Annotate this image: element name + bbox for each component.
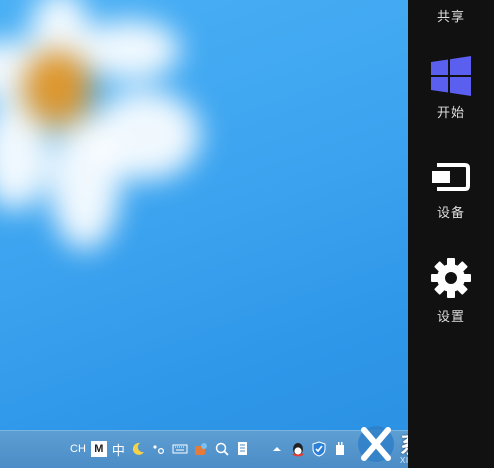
charm-settings[interactable]: 设置 — [408, 256, 494, 325]
charm-start[interactable]: 开始 — [408, 56, 494, 121]
language-indicator[interactable]: CH — [70, 443, 86, 455]
devices-icon — [432, 163, 470, 191]
power-plug-icon[interactable] — [332, 441, 348, 457]
ime-mode-icon[interactable]: M — [90, 441, 107, 457]
charm-share-label: 共享 — [436, 9, 465, 24]
windows-logo-icon — [431, 56, 471, 96]
system-tray: CH M 中 — [70, 438, 348, 460]
qq-icon[interactable] — [290, 441, 306, 457]
soft-keyboard-icon[interactable] — [172, 441, 188, 457]
show-hidden-icons-arrow[interactable] — [269, 441, 285, 457]
desktop-wallpaper: CH M 中 系统城 XITONGCHENG.COM — [0, 0, 408, 468]
charm-start-label: 开始 — [436, 105, 465, 120]
charm-settings-label: 设置 — [436, 309, 465, 324]
gear-icon — [431, 258, 471, 298]
punctuation-icon[interactable] — [151, 441, 167, 457]
charm-devices-label: 设备 — [436, 205, 465, 220]
search-tool-icon[interactable] — [214, 441, 230, 457]
charms-bar: 共享 开始 设备 设置 — [408, 0, 494, 468]
charm-share[interactable]: 共享 — [408, 6, 494, 25]
document-tool-icon[interactable] — [235, 441, 251, 457]
charm-devices[interactable]: 设备 — [408, 160, 494, 221]
security-shield-icon[interactable] — [311, 441, 327, 457]
ime-chinese-indicator[interactable]: 中 — [112, 440, 125, 459]
watermark-x-logo — [358, 426, 394, 462]
site-watermark: 系统城 XITONGCHENG.COM — [352, 418, 408, 468]
half-width-moon-icon[interactable] — [130, 441, 146, 457]
taskbar: CH M 中 — [0, 430, 408, 468]
watermark-subtitle: XITONGCHENG.COM — [400, 456, 408, 465]
wallpaper-flower — [0, 0, 220, 290]
ime-skin-icon[interactable] — [193, 441, 209, 457]
